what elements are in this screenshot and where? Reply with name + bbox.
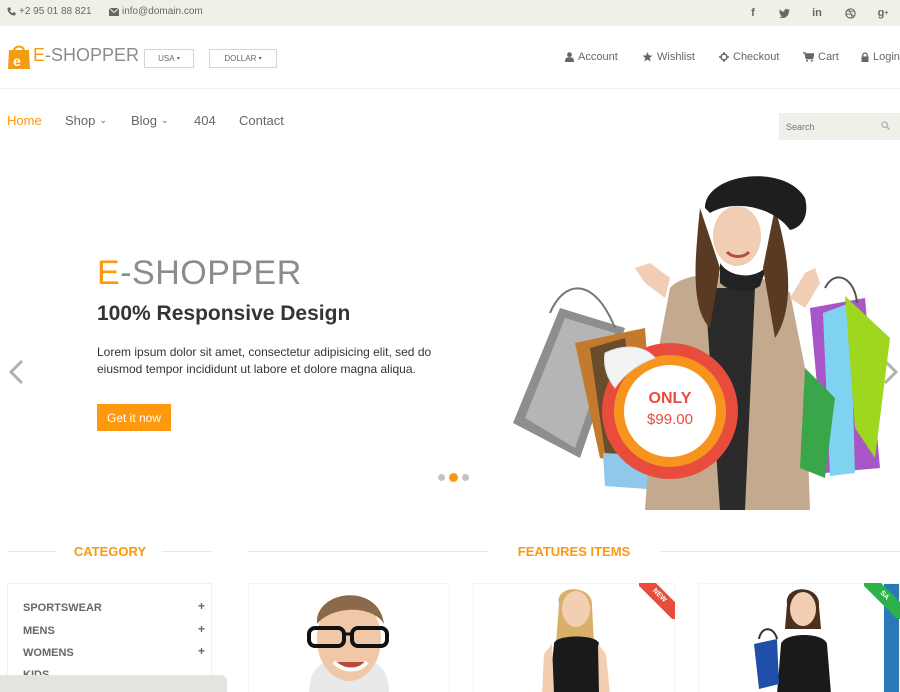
price-badge-value: $99.00 [647,411,693,428]
envelope-icon [109,7,119,16]
slider-dot-1[interactable] [438,474,445,481]
hero-model-image [513,176,890,510]
search-box [779,113,900,140]
email-address: info@domain.com [122,6,203,17]
login-link[interactable]: Login [861,51,900,63]
product-card[interactable] [248,583,450,692]
logo-text: E-SHOPPER [33,44,140,65]
plus-icon[interactable]: + [198,622,205,636]
email-contact[interactable]: info@domain.com [109,6,203,17]
phone-number: +2 95 01 88 821 [19,6,92,17]
phone-icon [7,7,16,16]
plus-icon[interactable]: + [198,644,205,658]
header-middle: e E-SHOPPER USA ▾ DOLLAR ▾ Account Wishl… [0,26,900,89]
shopping-bag-logo-icon: e [7,42,31,69]
sale-ribbon: SA [864,583,900,619]
hero-brand: E-SHOPPER [97,254,302,292]
cart-link[interactable]: Cart [803,51,839,63]
plus-icon[interactable]: + [198,599,205,613]
country-dropdown[interactable]: USA ▾ [144,49,194,68]
category-item-sportswear[interactable]: SPORTSWEAR [23,602,102,614]
hero-title: 100% Responsive Design [97,302,351,325]
category-item-mens[interactable]: MENS [23,625,55,637]
bottom-overlay-bar [0,675,227,692]
divider-line [162,551,212,552]
features-title: FEATURES ITEMS [517,544,631,559]
crosshair-icon [719,52,729,62]
twitter-icon[interactable] [773,0,795,26]
cart-icon [803,52,814,62]
search-input[interactable] [779,113,879,140]
get-it-now-button[interactable]: Get it now [97,404,171,431]
slider-prev-arrow-icon[interactable] [7,358,25,386]
price-badge-label: ONLY [648,390,692,407]
lock-icon [861,52,869,62]
checkout-link[interactable]: Checkout [719,51,779,63]
facebook-icon[interactable]: f [742,0,764,26]
search-icon[interactable] [881,121,890,130]
slider-dot-2[interactable] [449,473,458,482]
user-icon [565,52,574,62]
caret-down-icon: ▾ [176,56,180,62]
category-item-womens[interactable]: WOMENS [23,647,74,659]
nav-home[interactable]: Home [7,113,42,128]
nav-shop[interactable]: Shop ⌄ [65,113,107,128]
nav-blog[interactable]: Blog ⌄ [131,113,169,128]
google-plus-icon[interactable]: g + [872,0,894,26]
new-ribbon: NEW [639,583,675,619]
chevron-down-icon: ⌄ [99,115,107,125]
category-title: CATEGORY [73,544,147,559]
account-link[interactable]: Account [565,51,618,63]
dribbble-icon[interactable] [839,0,861,26]
nav-contact[interactable]: Contact [239,113,284,128]
product-image [307,595,389,692]
nav-404[interactable]: 404 [194,113,216,128]
caret-down-icon: ▾ [258,56,262,62]
chevron-down-icon: ⌄ [161,115,169,125]
wishlist-link[interactable]: Wishlist [642,51,695,63]
divider-line [7,551,57,552]
logo[interactable]: e E-SHOPPER [7,42,140,69]
star-icon [642,52,653,62]
hero-description: Lorem ipsum dolor sit amet, consectetur … [97,345,432,376]
currency-dropdown[interactable]: DOLLAR ▾ [209,49,277,68]
top-bar: +2 95 01 88 821 info@domain.com f in g + [0,0,900,26]
svg-text:e: e [13,53,21,69]
slider-dot-3[interactable] [462,474,469,481]
divider-line [248,551,488,552]
divider-line [660,551,900,552]
linkedin-icon[interactable]: in [806,0,828,26]
phone-contact[interactable]: +2 95 01 88 821 [7,6,92,17]
